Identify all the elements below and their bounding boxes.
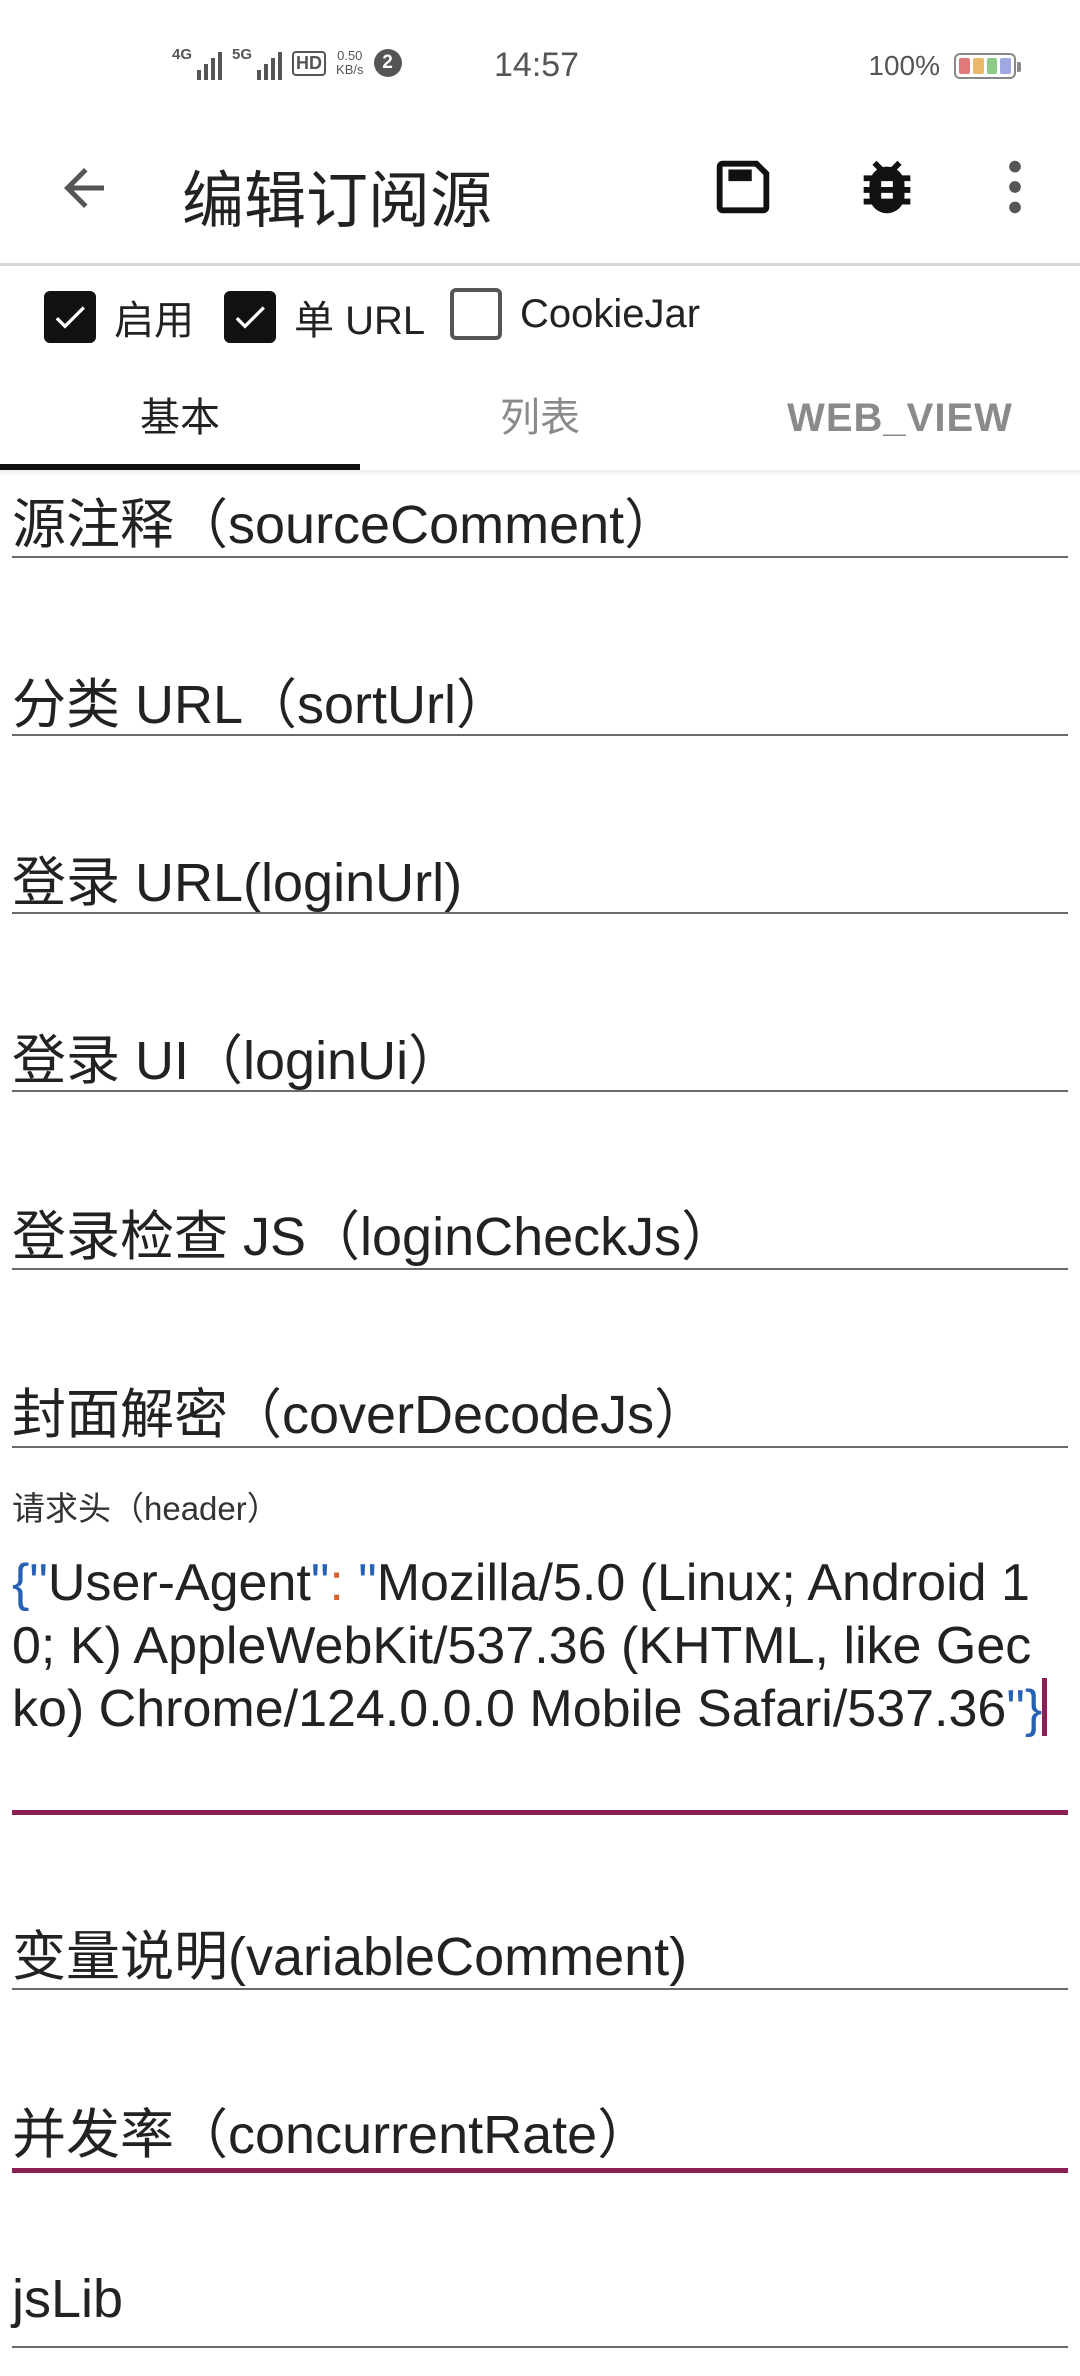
tab-bar: 基本 列表 WEB_VIEW xyxy=(0,362,1080,470)
network-speed: 0.50 KB/s xyxy=(336,48,364,77)
status-icons-right: 100% xyxy=(868,50,1021,82)
login-ui-hint: 登录 UI（loginUi） xyxy=(12,1031,463,1091)
battery-segment xyxy=(1000,58,1011,74)
tab-web-view[interactable]: WEB_VIEW xyxy=(720,362,1080,470)
header-floating-label: 请求头（header） xyxy=(12,1490,280,1527)
sort-url-field[interactable]: 分类 URL（sortUrl） xyxy=(12,660,1068,742)
field-underline xyxy=(12,556,1068,558)
field-underline xyxy=(12,1988,1068,1990)
field-underline xyxy=(12,2346,1068,2348)
battery-icon xyxy=(954,53,1021,79)
text-cursor xyxy=(1042,1678,1048,1736)
field-underline-accent xyxy=(12,2168,1068,2173)
field-underline xyxy=(12,734,1068,736)
signal-5g-icon: 5G xyxy=(232,46,283,80)
js-lib-hint: jsLib xyxy=(12,2269,124,2329)
battery-percent: 100% xyxy=(868,50,940,81)
tab-list[interactable]: 列表 xyxy=(360,362,720,470)
field-underline xyxy=(12,1090,1068,1092)
app-toolbar: 编辑订阅源 xyxy=(0,120,1080,266)
field-underline xyxy=(12,1446,1068,1448)
battery-segment xyxy=(972,58,984,74)
header-key: User-Agent xyxy=(47,1554,311,1612)
hd-voice-icon: HD xyxy=(292,50,327,76)
login-ui-field[interactable]: 登录 UI（loginUi） xyxy=(12,1016,1068,1098)
checkbox-checked-icon xyxy=(224,291,276,343)
page-title: 编辑订阅源 xyxy=(182,167,493,236)
more-vert-icon[interactable] xyxy=(980,152,1050,222)
source-comment-hint: 源注释（sourceComment） xyxy=(12,495,679,555)
source-comment-field[interactable]: 源注释（sourceComment） xyxy=(12,480,1068,562)
field-underline-focused xyxy=(12,1810,1068,1815)
cookiejar-checkbox[interactable]: CookieJar xyxy=(450,288,700,340)
json-close-brace: } xyxy=(1024,1680,1043,1738)
save-icon[interactable] xyxy=(708,152,778,222)
login-check-js-field[interactable]: 登录检查 JS（loginCheckJs） xyxy=(12,1192,1068,1274)
variable-comment-hint: 变量说明(variableComment) xyxy=(12,1927,688,1987)
checkbox-unchecked-icon xyxy=(450,288,502,340)
single-url-label: 单 URL xyxy=(294,299,426,343)
enable-label: 启用 xyxy=(114,299,194,343)
header-input[interactable]: {"User-Agent": "Mozilla/5.0 (Linux; Andr… xyxy=(12,1552,1052,1741)
header-field-underline-wrap xyxy=(12,1810,1068,1816)
variable-comment-field[interactable]: 变量说明(variableComment) xyxy=(12,1912,1068,1994)
field-underline xyxy=(12,1268,1068,1270)
status-icons-left: 4G 5G HD 0.50 KB/s 2 xyxy=(172,46,402,80)
concurrent-rate-hint: 并发率（concurrentRate） xyxy=(12,2105,652,2165)
cover-decode-js-hint: 封面解密（coverDecodeJs） xyxy=(12,1385,709,1445)
cover-decode-js-field[interactable]: 封面解密（coverDecodeJs） xyxy=(12,1370,1068,1452)
battery-segment xyxy=(986,58,998,74)
tab-basic[interactable]: 基本 xyxy=(0,362,360,470)
notification-count-badge: 2 xyxy=(373,49,402,77)
source-options-row: 启用 单 URL CookieJar xyxy=(0,266,1080,363)
login-url-field[interactable]: 登录 URL(loginUrl) xyxy=(12,838,1068,920)
bug-icon[interactable] xyxy=(852,152,922,222)
single-url-checkbox[interactable]: 单 URL xyxy=(224,288,425,346)
status-time: 14:57 xyxy=(494,46,580,84)
battery-segment xyxy=(959,58,970,74)
concurrent-rate-field[interactable]: 并发率（concurrentRate） xyxy=(12,2090,1068,2173)
sort-url-hint: 分类 URL（sortUrl） xyxy=(12,675,511,735)
login-check-js-hint: 登录检查 JS（loginCheckJs） xyxy=(12,1207,736,1267)
status-bar: 4G 5G HD 0.50 KB/s 2 14:57 100% xyxy=(0,0,1080,120)
json-open-brace: { xyxy=(12,1554,30,1612)
login-url-hint: 登录 URL(loginUrl) xyxy=(12,853,463,913)
enable-checkbox[interactable]: 启用 xyxy=(44,288,194,346)
cookiejar-label: CookieJar xyxy=(520,291,701,336)
checkbox-checked-icon xyxy=(44,291,96,343)
arrow-left-icon[interactable] xyxy=(54,158,114,218)
field-underline xyxy=(12,912,1068,914)
js-lib-field[interactable]: jsLib xyxy=(12,2268,1068,2350)
signal-4g-icon: 4G xyxy=(172,46,223,80)
